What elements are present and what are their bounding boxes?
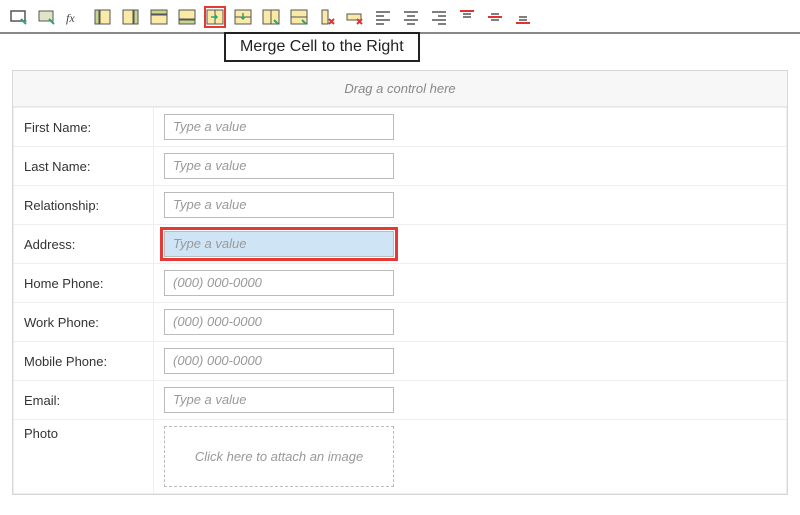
first-name-field[interactable]: Type a value: [164, 114, 394, 140]
align-right-icon[interactable]: [428, 6, 450, 28]
work-phone-field[interactable]: (000) 000-0000: [164, 309, 394, 335]
home-phone-field[interactable]: (000) 000-0000: [164, 270, 394, 296]
email-field[interactable]: Type a value: [164, 387, 394, 413]
relationship-field-cell[interactable]: Type a value: [154, 186, 787, 225]
address-field-label: Address:: [14, 225, 154, 264]
insert-row-below-icon[interactable]: [176, 6, 198, 28]
last-name-field-label: Last Name:: [14, 147, 154, 186]
align-center-icon[interactable]: [400, 6, 422, 28]
work-phone-field-cell[interactable]: (000) 000-0000: [154, 303, 787, 342]
insert-row-above-icon[interactable]: [148, 6, 170, 28]
home-phone-field-label: Home Phone:: [14, 264, 154, 303]
delete-row-icon[interactable]: [344, 6, 366, 28]
table-row: Address: Type a value: [14, 225, 787, 264]
address-field[interactable]: Type a value: [164, 231, 394, 257]
insert-column-right-icon[interactable]: [120, 6, 142, 28]
form-canvas: Drag a control here First Name: Type a va…: [12, 70, 788, 495]
table-row: Work Phone: (000) 000-0000: [14, 303, 787, 342]
first-name-field-cell[interactable]: Type a value: [154, 108, 787, 147]
valign-bottom-icon[interactable]: [512, 6, 534, 28]
merge-down-icon[interactable]: [232, 6, 254, 28]
home-phone-field-cell[interactable]: (000) 000-0000: [154, 264, 787, 303]
table-row: Last Name: Type a value: [14, 147, 787, 186]
merge-right-icon[interactable]: [204, 6, 226, 28]
table-row: First Name: Type a value: [14, 108, 787, 147]
svg-text:fx: fx: [66, 11, 75, 25]
insert-field-icon[interactable]: [8, 6, 30, 28]
table-row: Relationship: Type a value: [14, 186, 787, 225]
photo-cell[interactable]: Click here to attach an image: [154, 420, 787, 494]
email-field-cell[interactable]: Type a value: [154, 381, 787, 420]
drop-zone-top[interactable]: Drag a control here: [13, 71, 787, 107]
address-field-cell[interactable]: Type a value: [154, 225, 787, 264]
insert-control-icon[interactable]: [36, 6, 58, 28]
photo-label: Photo: [14, 420, 154, 494]
table-row: PhotoClick here to attach an image: [14, 420, 787, 494]
formula-icon[interactable]: fx: [64, 6, 86, 28]
formula-toolbar: fx: [0, 0, 800, 34]
email-field-label: Email:: [14, 381, 154, 420]
form-layout-table: First Name: Type a value Last Name: Type a …: [13, 107, 787, 494]
table-row: Home Phone: (000) 000-0000: [14, 264, 787, 303]
mobile-phone-field-cell[interactable]: (000) 000-0000: [154, 342, 787, 381]
delete-column-icon[interactable]: [316, 6, 338, 28]
relationship-field[interactable]: Type a value: [164, 192, 394, 218]
first-name-field-label: First Name:: [14, 108, 154, 147]
table-row: Mobile Phone: (000) 000-0000: [14, 342, 787, 381]
last-name-field-cell[interactable]: Type a value: [154, 147, 787, 186]
last-name-field[interactable]: Type a value: [164, 153, 394, 179]
insert-column-left-icon[interactable]: [92, 6, 114, 28]
split-vertical-icon[interactable]: [288, 6, 310, 28]
split-horizontal-icon[interactable]: [260, 6, 282, 28]
mobile-phone-field-label: Mobile Phone:: [14, 342, 154, 381]
valign-middle-icon[interactable]: [484, 6, 506, 28]
merge-right-tooltip: Merge Cell to the Right: [224, 32, 420, 62]
align-left-icon[interactable]: [372, 6, 394, 28]
table-row: Email: Type a value: [14, 381, 787, 420]
photo-drop-zone[interactable]: Click here to attach an image: [164, 426, 394, 487]
mobile-phone-field[interactable]: (000) 000-0000: [164, 348, 394, 374]
relationship-field-label: Relationship:: [14, 186, 154, 225]
valign-top-icon[interactable]: [456, 6, 478, 28]
work-phone-field-label: Work Phone:: [14, 303, 154, 342]
